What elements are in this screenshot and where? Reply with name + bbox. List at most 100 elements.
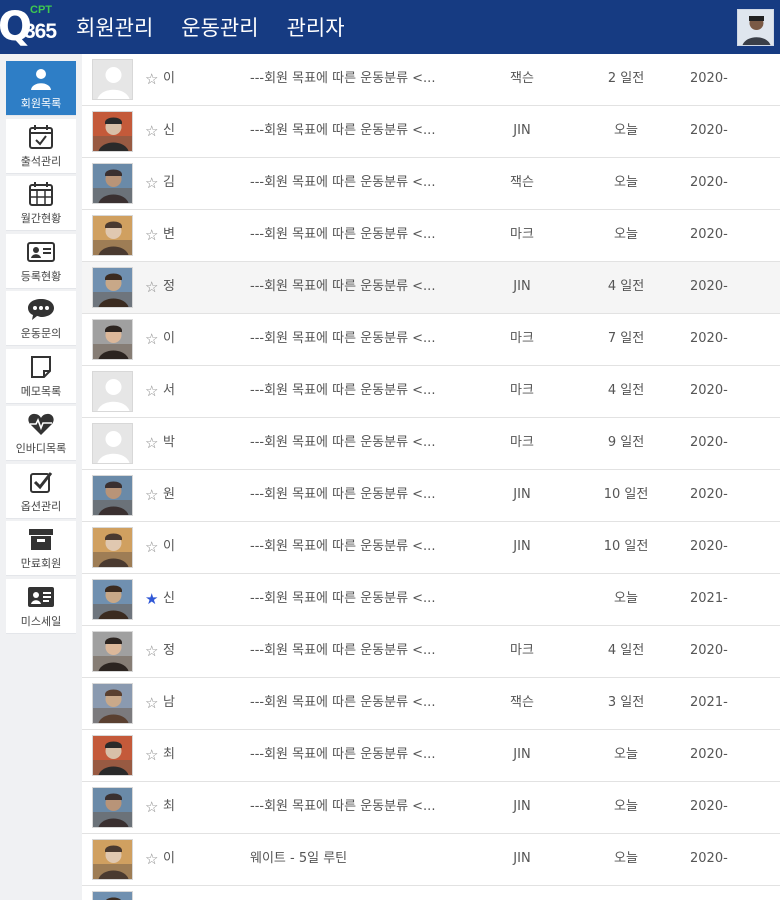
member-row[interactable]: ☆ 변 ---회원 목표에 따른 운동분류 <... 마크 오늘 2020- <box>82 210 780 262</box>
star-outline-icon[interactable]: ☆ <box>145 746 158 764</box>
member-last-visit: 9 일전 <box>607 435 645 450</box>
star-outline-icon[interactable]: ☆ <box>145 382 158 400</box>
member-reg-date: 2020- <box>690 227 728 242</box>
sidebar-item-6[interactable]: 메모목록 <box>6 348 76 404</box>
member-trainer: 마크 <box>510 331 534 346</box>
member-program: ---회원 목표에 따른 운동분류 <... <box>250 123 436 138</box>
sidebar-item-3[interactable]: 월간현황 <box>6 176 76 231</box>
star-outline-icon[interactable]: ☆ <box>145 278 158 296</box>
sidebar-item-7[interactable]: 인바디목록 <box>6 406 76 461</box>
sidebar-item-label: 운동문의 <box>20 327 62 340</box>
member-row[interactable]: ☆ 신 ---회원 목표에 따른 운동분류 <... JIN 오늘 2020- <box>82 106 780 158</box>
sidebar-item-label: 출석관리 <box>20 154 62 168</box>
sidebar-item-1[interactable]: 회원목록 <box>6 61 76 116</box>
sidebar-item-label: 인바디목록 <box>15 442 67 455</box>
member-program: ---회원 목표에 따른 운동분류 <... <box>250 539 436 554</box>
nav-member-management[interactable]: 회원관리 <box>76 12 153 42</box>
star-outline-icon[interactable]: ☆ <box>145 798 158 816</box>
member-reg-date: 2020- <box>690 799 728 814</box>
nav-exercise-management[interactable]: 운동관리 <box>181 12 258 42</box>
member-photo <box>92 59 133 100</box>
star-outline-icon[interactable]: ☆ <box>145 694 158 712</box>
member-row[interactable]: ☆ 남 ---회원 목표에 따른 운동분류 <... 잭슨 3 일전 2021- <box>82 678 780 730</box>
member-name: 박 <box>163 435 175 450</box>
member-reg-date: 2020- <box>690 279 728 294</box>
member-name: 이 <box>163 331 175 346</box>
sidebar-item-9[interactable]: 만료회원 <box>6 521 76 576</box>
member-row[interactable] <box>82 886 780 900</box>
member-row[interactable]: ☆ 원 ---회원 목표에 따른 운동분류 <... JIN 10 일전 2020- <box>82 470 780 522</box>
member-last-visit: 3 일전 <box>607 695 645 710</box>
member-photo <box>92 631 133 672</box>
member-name: 남 <box>163 695 175 710</box>
member-row[interactable]: ☆ 서 ---회원 목표에 따른 운동분류 <... 마크 4 일전 2020- <box>82 366 780 418</box>
sidebar-item-8[interactable]: 옵션관리 <box>6 463 76 519</box>
star-outline-icon[interactable]: ☆ <box>145 486 158 504</box>
member-photo <box>92 163 133 204</box>
logo-365: 365 <box>24 20 57 43</box>
star-outline-icon[interactable]: ☆ <box>145 642 158 660</box>
member-trainer: JIN <box>513 539 531 554</box>
member-row[interactable]: ☆ 최 ---회원 목표에 따른 운동분류 <... JIN 오늘 2020- <box>82 782 780 834</box>
member-trainer: 잭슨 <box>510 71 534 86</box>
sidebar-item-label: 회원목록 <box>20 97 62 110</box>
member-row[interactable]: ☆ 최 ---회원 목표에 따른 운동분류 <... JIN 오늘 2020- <box>82 730 780 782</box>
sidebar-item-5[interactable]: 운동문의 <box>6 291 76 346</box>
sidebar-item-2[interactable]: 출석관리 <box>6 118 76 174</box>
member-program: ---회원 목표에 따른 운동분류 <... <box>250 227 436 242</box>
member-photo <box>92 423 133 464</box>
member-photo <box>92 891 133 900</box>
member-row[interactable]: ☆ 박 ---회원 목표에 따른 운동분류 <... 마크 9 일전 2020- <box>82 418 780 470</box>
member-row[interactable]: ★ 신 ---회원 목표에 따른 운동분류 <... 오늘 2021- <box>82 574 780 626</box>
star-outline-icon[interactable]: ☆ <box>145 850 158 868</box>
star-outline-icon[interactable]: ☆ <box>145 226 158 244</box>
member-name: 정 <box>163 279 175 294</box>
star-filled-icon[interactable]: ★ <box>145 590 158 608</box>
memo-icon <box>27 354 55 380</box>
member-program: ---회원 목표에 따른 운동분류 <... <box>250 435 436 450</box>
member-photo <box>92 371 133 412</box>
star-outline-icon[interactable]: ☆ <box>145 70 158 88</box>
member-last-visit: 오늘 <box>614 747 638 762</box>
member-trainer: 마크 <box>510 383 534 398</box>
star-outline-icon[interactable]: ☆ <box>145 330 158 348</box>
app-logo[interactable]: Q CPT 365 <box>0 4 62 50</box>
member-last-visit: 10 일전 <box>603 539 649 554</box>
member-reg-date: 2020- <box>690 123 728 138</box>
member-name: 김 <box>163 175 175 190</box>
user-avatar[interactable] <box>737 9 774 46</box>
member-row[interactable]: ☆ 이 웨이트 - 5일 루틴 JIN 오늘 2020- <box>82 834 780 886</box>
nav-admin[interactable]: 관리자 <box>287 12 345 42</box>
member-trainer: JIN <box>513 799 531 814</box>
member-trainer: 마크 <box>510 435 534 450</box>
member-program: ---회원 목표에 따른 운동분류 <... <box>250 383 436 398</box>
member-row[interactable]: ☆ 정 ---회원 목표에 따른 운동분류 <... 마크 4 일전 2020- <box>82 626 780 678</box>
member-trainer: JIN <box>513 123 531 138</box>
member-reg-date: 2020- <box>690 539 728 554</box>
member-reg-date: 2021- <box>690 591 728 606</box>
member-name: 신 <box>163 123 175 138</box>
member-row[interactable]: ☆ 이 ---회원 목표에 따른 운동분류 <... 잭슨 2 일전 2020- <box>82 54 780 106</box>
member-last-visit: 2 일전 <box>607 71 645 86</box>
member-name: 이 <box>163 851 175 866</box>
star-outline-icon[interactable]: ☆ <box>145 122 158 140</box>
star-outline-icon[interactable]: ☆ <box>145 434 158 452</box>
sidebar-item-4[interactable]: 등록현황 <box>6 233 76 289</box>
member-name: 서 <box>163 383 175 398</box>
member-reg-date: 2021- <box>690 695 728 710</box>
member-trainer: 잭슨 <box>510 175 534 190</box>
member-name: 신 <box>163 591 175 606</box>
main-nav: 회원관리 운동관리 관리자 <box>76 0 373 54</box>
star-outline-icon[interactable]: ☆ <box>145 538 158 556</box>
member-reg-date: 2020- <box>690 175 728 190</box>
member-row[interactable]: ☆ 이 ---회원 목표에 따른 운동분류 <... JIN 10 일전 2020- <box>82 522 780 574</box>
member-photo <box>92 475 133 516</box>
member-row[interactable]: ☆ 이 ---회원 목표에 따른 운동분류 <... 마크 7 일전 2020- <box>82 314 780 366</box>
member-row[interactable]: ☆ 김 ---회원 목표에 따른 운동분류 <... 잭슨 오늘 2020- <box>82 158 780 210</box>
member-row[interactable]: ☆ 정 ---회원 목표에 따른 운동분류 <... JIN 4 일전 2020- <box>82 262 780 314</box>
sidebar-item-10[interactable]: 미스세일 <box>6 578 76 634</box>
star-outline-icon[interactable]: ☆ <box>145 174 158 192</box>
archive-icon <box>27 526 55 552</box>
member-last-visit: 오늘 <box>614 851 638 866</box>
member-photo <box>92 319 133 360</box>
